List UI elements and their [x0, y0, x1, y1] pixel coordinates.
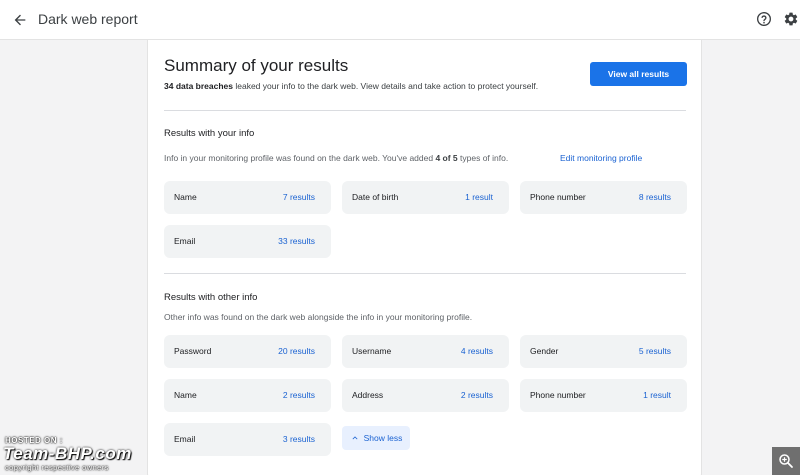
- edit-monitoring-profile-link[interactable]: Edit monitoring profile: [560, 153, 642, 163]
- hosting-watermark: HOSTED ON : Team-BHP.com copyright respe…: [3, 436, 193, 472]
- tile-label: Name: [174, 192, 197, 202]
- result-tile-email[interactable]: Email 33 results: [164, 225, 331, 258]
- watermark-brand: Team-BHP.com: [3, 444, 132, 463]
- tile-label: Phone number: [530, 192, 586, 202]
- zoom-button[interactable]: [772, 447, 800, 475]
- gear-icon: [784, 12, 798, 26]
- tile-label: Date of birth: [352, 192, 399, 202]
- result-tile-password[interactable]: Password 20 results: [164, 335, 331, 368]
- result-tile-date-of-birth[interactable]: Date of birth 1 result: [342, 181, 509, 214]
- result-tile-name[interactable]: Name 2 results: [164, 379, 331, 412]
- tile-count: 1 result: [465, 192, 493, 202]
- tile-label: Address: [352, 390, 384, 400]
- page-title: Dark web report: [38, 11, 138, 27]
- tile-count: 33 results: [278, 236, 315, 246]
- divider: [164, 110, 686, 111]
- tile-label: Email: [174, 236, 196, 246]
- top-app-bar: Dark web report: [0, 0, 800, 40]
- settings-button[interactable]: [781, 9, 800, 29]
- tile-label: Gender: [530, 346, 559, 356]
- tile-count: 8 results: [638, 192, 671, 202]
- tile-label: Name: [174, 390, 197, 400]
- tile-count: 2 results: [282, 390, 315, 400]
- tile-count: 2 results: [460, 390, 493, 400]
- tile-count: 1 result: [643, 390, 671, 400]
- result-tile-name[interactable]: Name 7 results: [164, 181, 331, 214]
- summary-title: Summary of your results: [164, 56, 349, 75]
- result-tile-username[interactable]: Username 4 results: [342, 335, 509, 368]
- watermark-copyright: copyright respective owners: [5, 463, 109, 472]
- your-info-count: 4 of 5: [435, 153, 458, 163]
- summary-description-text: leaked your info to the dark web. View d…: [232, 81, 539, 91]
- report-card: Summary of your results 34 data breaches…: [147, 40, 702, 475]
- help-circle-icon: [757, 12, 771, 26]
- zoom-in-icon: [779, 454, 793, 468]
- result-tile-address[interactable]: Address 2 results: [342, 379, 509, 412]
- your-info-desc-prefix: Info in your monitoring profile was foun…: [164, 153, 436, 163]
- other-info-description: Other info was found on the dark web alo…: [164, 312, 473, 322]
- tile-count: 5 results: [638, 346, 671, 356]
- tile-count: 4 results: [460, 346, 493, 356]
- other-info-section-title: Results with other info: [164, 292, 258, 303]
- result-tile-gender[interactable]: Gender 5 results: [520, 335, 687, 368]
- show-less-button[interactable]: Show less: [342, 426, 410, 450]
- summary-description: 34 data breaches leaked your info to the…: [164, 81, 538, 91]
- divider: [164, 273, 686, 274]
- tile-count: 20 results: [278, 346, 315, 356]
- your-info-section-title: Results with your info: [164, 128, 255, 139]
- your-info-desc-suffix: types of info.: [457, 153, 509, 163]
- tile-label: Phone number: [530, 390, 586, 400]
- breach-count: 34 data breaches: [164, 81, 233, 91]
- tile-count: 7 results: [282, 192, 315, 202]
- tile-label: Username: [352, 346, 392, 356]
- chevron-up-icon: [352, 436, 358, 440]
- help-button[interactable]: [754, 9, 774, 29]
- back-button[interactable]: [9, 9, 31, 31]
- your-info-description: Info in your monitoring profile was foun…: [164, 153, 508, 163]
- view-all-results-button[interactable]: View all results: [590, 62, 687, 86]
- result-tile-phone-number[interactable]: Phone number 8 results: [520, 181, 687, 214]
- result-tile-phone-number[interactable]: Phone number 1 result: [520, 379, 687, 412]
- show-less-label: Show less: [363, 433, 403, 443]
- tile-label: Password: [174, 346, 212, 356]
- tile-count: 3 results: [282, 434, 315, 444]
- arrow-back-icon: [14, 14, 26, 26]
